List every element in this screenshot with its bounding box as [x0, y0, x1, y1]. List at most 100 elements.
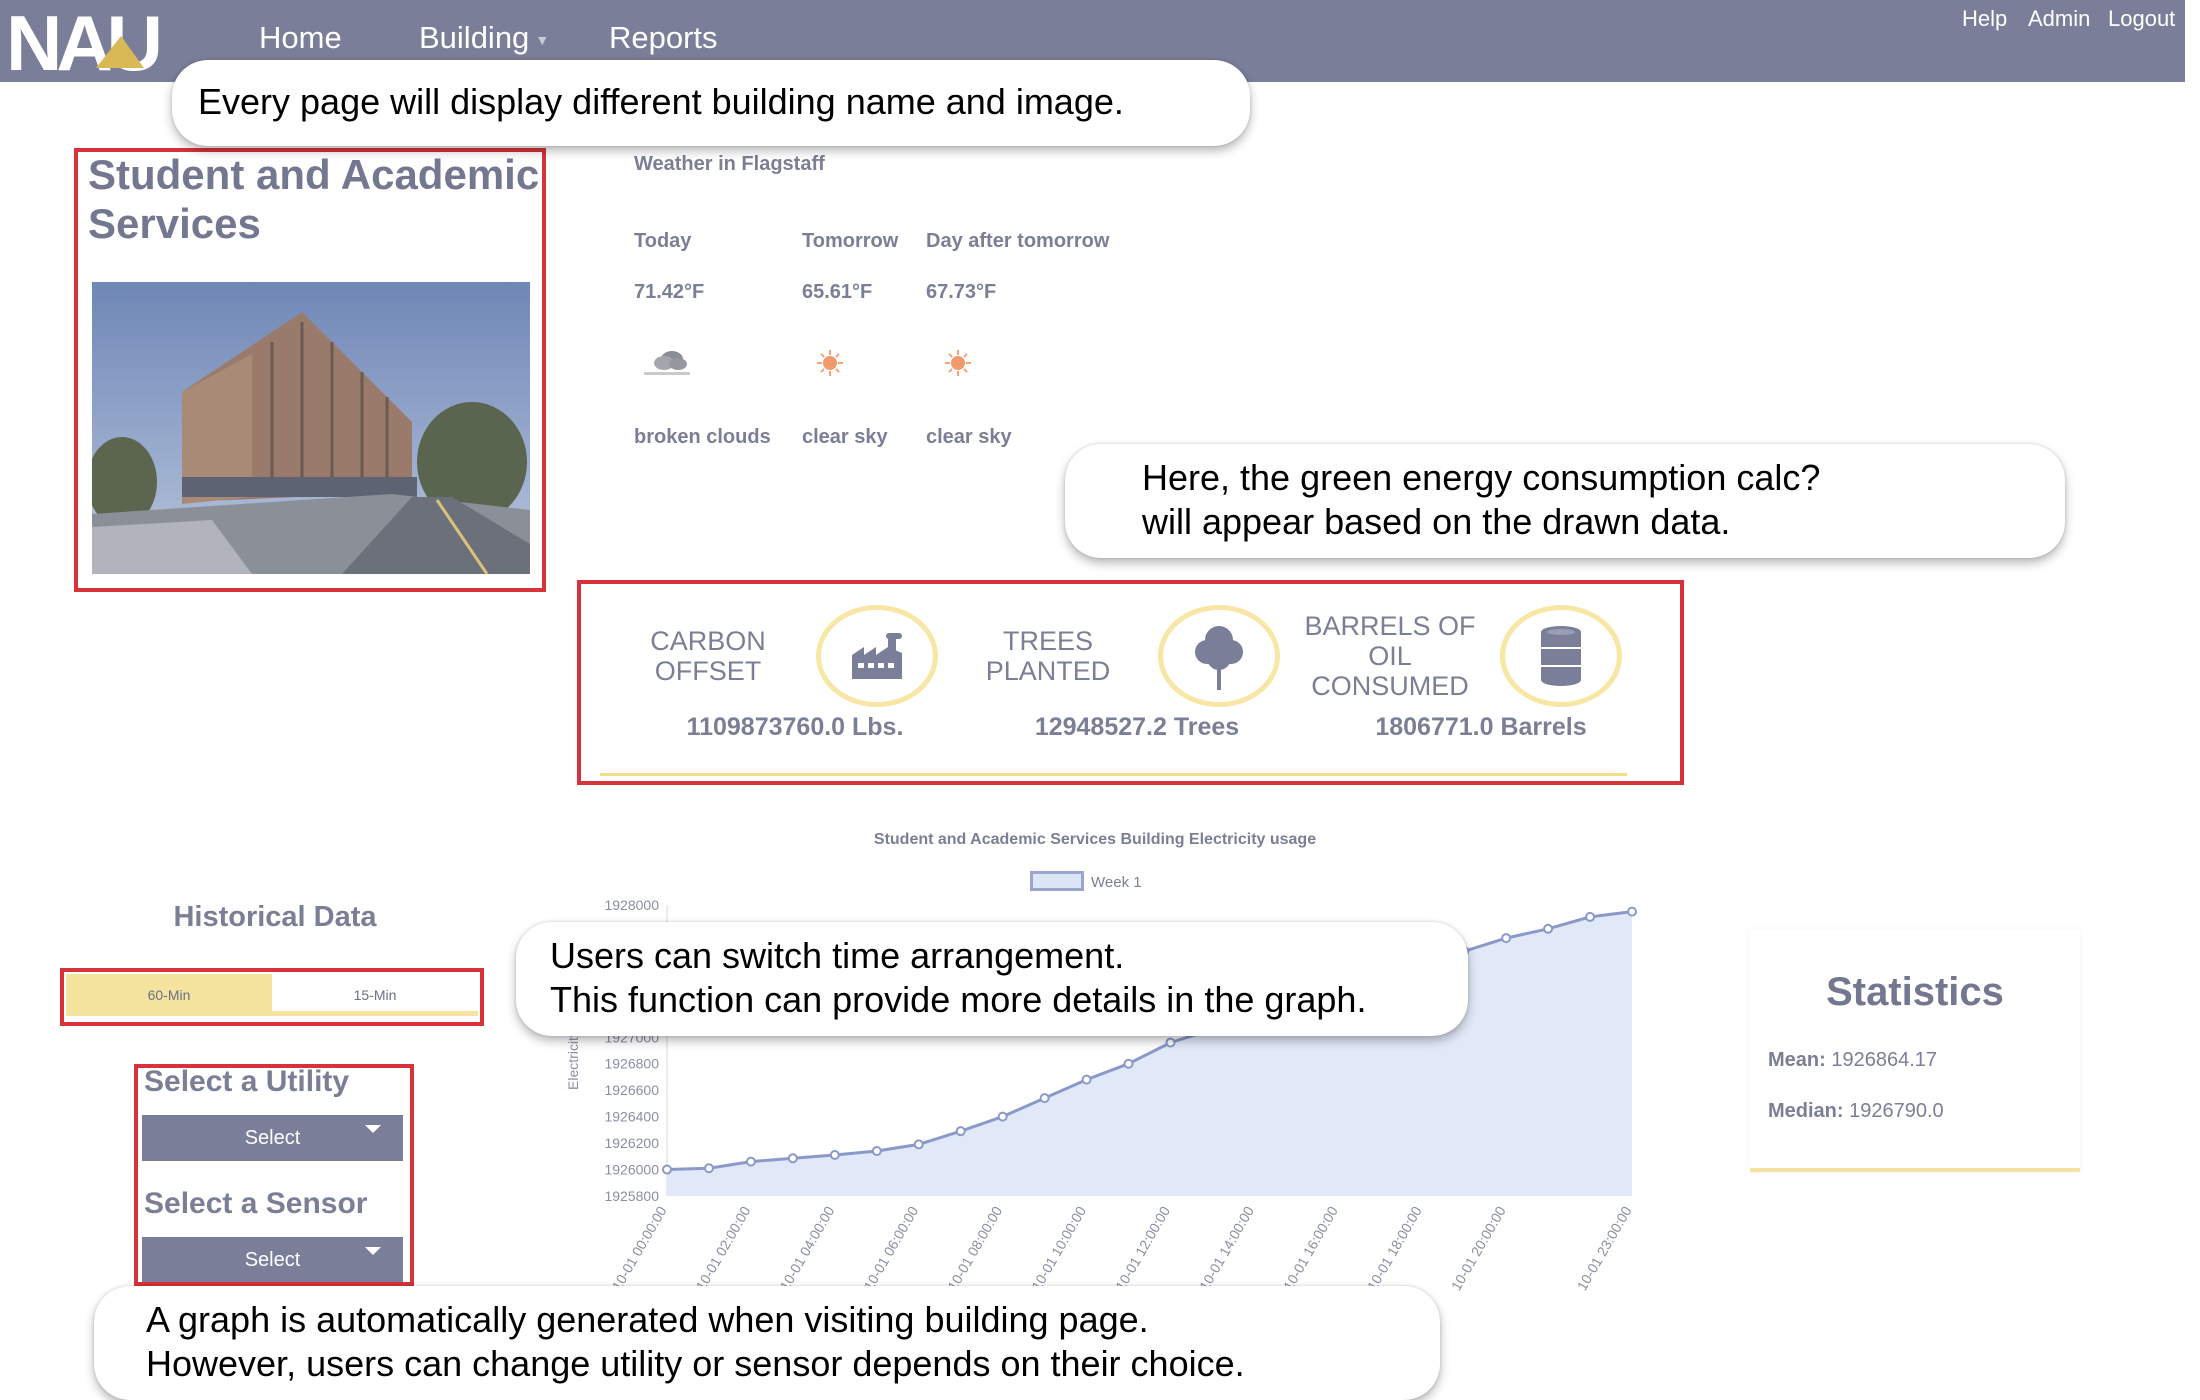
y-tick-label: 1926400 — [604, 1109, 659, 1125]
energy-label-line: OFFSET — [654, 656, 762, 686]
x-tick-label: 10-01 04:00:00 — [776, 1203, 837, 1293]
data-point[interactable] — [662, 1164, 672, 1175]
callout-graph-note: A graph is automatically generated when … — [94, 1286, 1440, 1400]
data-point[interactable] — [913, 1139, 924, 1150]
data-point[interactable] — [955, 1126, 966, 1137]
caret-down-icon: ▼ — [535, 31, 550, 48]
data-point[interactable] — [1039, 1093, 1050, 1104]
data-point[interactable] — [1165, 1037, 1176, 1048]
select-utility-dropdown[interactable]: Select — [142, 1115, 403, 1161]
callout-text: Here, the green energy consumption calc? — [1142, 457, 1821, 498]
energy-underline — [600, 773, 1627, 776]
nav-help[interactable]: Help — [1962, 6, 2007, 32]
broken-clouds-icon — [644, 351, 690, 375]
tree-icon — [1195, 626, 1243, 690]
stat-median-value: 1926790.0 — [1849, 1100, 1944, 1122]
select-utility-button-label: Select — [244, 1126, 301, 1149]
y-tick-label: 1926800 — [604, 1056, 659, 1072]
y-axis-label: Electricity — [565, 1030, 581, 1090]
y-tick-label: 1925800 — [604, 1188, 659, 1204]
data-point[interactable] — [871, 1146, 882, 1157]
energy-label-line: BARRELS OF — [1304, 611, 1476, 641]
stat-median-label: Median: — [1768, 1100, 1844, 1122]
callout-text: This function can provide more details i… — [550, 979, 1367, 1020]
data-point[interactable] — [1123, 1058, 1134, 1069]
x-tick-label: 10-01 12:00:00 — [1112, 1203, 1173, 1293]
callout-energy-note: Here, the green energy consumption calc?… — [1065, 444, 2065, 558]
energy-label-line: TREES — [1002, 626, 1094, 656]
weather-description: broken clouds — [634, 426, 771, 448]
data-point[interactable] — [1081, 1074, 1092, 1085]
data-point[interactable] — [745, 1156, 756, 1167]
trees-planted-label: TREES PLANTED — [958, 626, 1138, 686]
data-point[interactable] — [787, 1153, 798, 1164]
factory-icon — [852, 633, 902, 679]
callout-building-note: Every page will display different buildi… — [172, 60, 1250, 146]
callout-text: Users can switch time arrangement. — [550, 935, 1125, 976]
data-point[interactable] — [1627, 906, 1637, 917]
weather-description: clear sky — [926, 426, 1012, 448]
stat-median: Median: 1926790.0 — [1768, 1100, 1944, 1123]
data-point[interactable] — [997, 1111, 1008, 1122]
carbon-offset-badge — [816, 605, 938, 707]
x-tick-label: 10-01 00:00:00 — [609, 1203, 670, 1293]
data-point[interactable] — [829, 1149, 840, 1160]
nav-home[interactable]: Home — [259, 20, 342, 56]
building-name: Student and Academic Services — [88, 151, 540, 247]
data-point[interactable] — [1585, 911, 1596, 922]
oil-barrel-icon — [1541, 626, 1581, 686]
data-point[interactable] — [1501, 933, 1512, 944]
x-tick-label: 10-01 10:00:00 — [1028, 1203, 1089, 1293]
trees-planted-value: 12948527.2 Trees — [1034, 713, 1240, 741]
oil-consumed-label: BARRELS OF OIL CONSUMED — [1290, 611, 1490, 701]
weather-day-label: Tomorrow — [802, 230, 899, 252]
oil-consumed-value: 1806771.0 Barrels — [1375, 713, 1587, 741]
select-sensor-button-label: Select — [244, 1248, 301, 1271]
weather-temp: 65.61°F — [802, 281, 873, 303]
nav-logout[interactable]: Logout — [2108, 6, 2175, 32]
weather-description: clear sky — [802, 426, 888, 448]
statistics-title: Statistics — [1826, 970, 2004, 1014]
sun-icon — [945, 350, 971, 376]
callout-text: However, users can change utility or sen… — [146, 1343, 1245, 1384]
weather-day-label: Day after tomorrow — [926, 230, 1110, 252]
data-point[interactable] — [1543, 923, 1554, 934]
energy-label-line: CARBON — [650, 626, 766, 656]
nav-building-dropdown[interactable]: Building ▼ — [419, 20, 549, 56]
x-axis: 10-01 00:00:00 10-01 02:00:00 10-01 04:00:… — [609, 1203, 1635, 1293]
nav-reports[interactable]: Reports — [609, 20, 718, 56]
energy-label-line: OIL — [1368, 641, 1412, 671]
stat-mean: Mean: 1926864.17 — [1768, 1049, 1937, 1072]
oil-consumed-badge — [1500, 605, 1622, 707]
historical-data-title: Historical Data — [173, 901, 377, 933]
energy-label-line: CONSUMED — [1311, 671, 1469, 701]
select-sensor-dropdown[interactable]: Select — [142, 1237, 403, 1283]
data-point[interactable] — [703, 1163, 714, 1174]
select-sensor-label: Select a Sensor — [144, 1187, 368, 1220]
interval-15-min-button[interactable]: 15-Min — [272, 974, 478, 1016]
y-tick-label: 1926200 — [604, 1135, 659, 1151]
chart-title: Student and Academic Services Building E… — [873, 831, 1317, 848]
y-tick-label: 1926000 — [604, 1162, 659, 1178]
weather-temp: 67.73°F — [926, 281, 997, 303]
carbon-offset-label: CARBON OFFSET — [618, 626, 798, 686]
callout-text: A graph is automatically generated when … — [146, 1299, 1149, 1340]
x-tick-label: 10-01 14:00:00 — [1196, 1203, 1257, 1293]
carbon-offset-value: 1109873760.0 Lbs. — [686, 713, 904, 741]
x-tick-label: 10-01 18:00:00 — [1364, 1203, 1425, 1293]
weather-temp: 71.42°F — [634, 281, 705, 303]
nav-building-label: Building — [419, 20, 530, 55]
y-tick-label: 1928000 — [604, 897, 659, 913]
x-tick-label: 10-01 16:00:00 — [1280, 1203, 1341, 1293]
interval-60-min-button[interactable]: 60-Min — [66, 974, 272, 1016]
callout-interval-note: Users can switch time arrangement. This … — [516, 922, 1468, 1036]
stat-mean-label: Mean: — [1768, 1049, 1826, 1071]
building-photo — [92, 282, 530, 574]
nav-admin[interactable]: Admin — [2028, 6, 2090, 32]
select-utility-label: Select a Utility — [144, 1065, 350, 1098]
caret-down-icon — [365, 1247, 381, 1255]
stat-mean-value: 1926864.17 — [1831, 1049, 1938, 1071]
x-tick-label: 10-01 08:00:00 — [944, 1203, 1005, 1293]
sun-icon — [817, 350, 843, 376]
weather-title: Weather in Flagstaff — [634, 153, 825, 175]
